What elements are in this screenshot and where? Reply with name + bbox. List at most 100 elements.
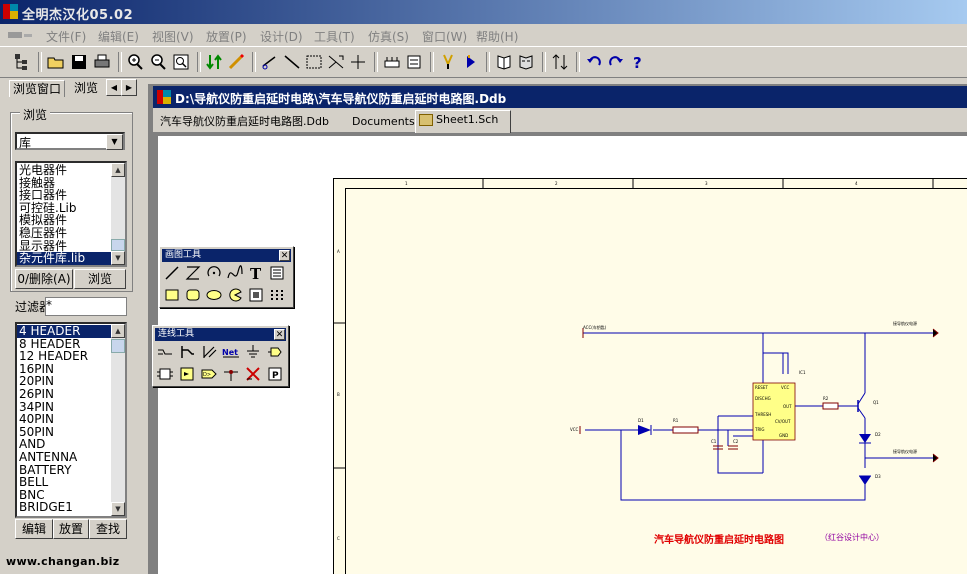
scroll-thumb[interactable] (111, 239, 125, 251)
component-list[interactable]: 4 HEADER 8 HEADER 12 HEADER 16PIN 20PIN 26PIN… (15, 322, 127, 518)
tab-documents[interactable]: Documents (349, 113, 418, 131)
library-list-item[interactable]: 稳压器件 (17, 227, 125, 240)
print-icon[interactable] (92, 52, 112, 72)
library-list-item[interactable]: 杂元件库.lib (17, 252, 125, 265)
scroll-down-icon[interactable]: ▼ (111, 251, 125, 265)
filter-input[interactable]: * (45, 297, 127, 316)
tab-browse-window[interactable]: 浏览窗口 (9, 80, 66, 97)
round-rectangle-icon[interactable] (184, 286, 202, 304)
component-list-item[interactable]: BELL (17, 476, 125, 489)
bezier-icon[interactable] (226, 264, 244, 282)
drawing-tools-palette[interactable]: 画图工具 ✕ T (159, 246, 294, 308)
library-icon[interactable] (382, 52, 402, 72)
browse-library-icon[interactable] (404, 52, 424, 72)
zoom-area-icon[interactable] (171, 52, 191, 72)
probe-icon[interactable] (438, 52, 458, 72)
pcb-layout-icon[interactable]: P (266, 365, 284, 383)
text-frame-icon[interactable] (268, 264, 286, 282)
book-icon[interactable] (494, 52, 514, 72)
port-icon[interactable] (266, 343, 284, 361)
draw-line-icon[interactable] (282, 52, 302, 72)
tab-scroll-left-icon[interactable]: ◀ (106, 79, 122, 96)
part-icon[interactable] (156, 365, 174, 383)
component-list-item[interactable]: 12 HEADER (17, 350, 125, 363)
place-component-button[interactable]: 放置 (53, 519, 89, 539)
help-icon[interactable]: ? (628, 52, 648, 72)
tab-scroll-right-icon[interactable]: ▶ (121, 79, 137, 96)
array-icon[interactable] (268, 286, 286, 304)
tab-browse[interactable]: 浏览 (71, 80, 101, 96)
redo-icon[interactable] (606, 52, 626, 72)
library-list-item[interactable]: 接口器件 (17, 189, 125, 202)
browse-type-select[interactable]: 库 ▼ (15, 132, 125, 150)
design-manager-icon[interactable] (12, 52, 32, 72)
close-icon[interactable]: ✕ (274, 329, 285, 340)
zoom-in-icon[interactable] (125, 52, 145, 72)
sort-icon[interactable] (550, 52, 570, 72)
scroll-up-icon[interactable]: ▲ (111, 324, 125, 338)
bus-icon[interactable] (178, 343, 196, 361)
menu-file[interactable]: 文件(F) (46, 28, 86, 45)
library-list-item[interactable]: 光电器件 (17, 164, 125, 177)
net-label-icon[interactable]: Net (222, 343, 240, 361)
edit-pencil-icon[interactable] (226, 52, 246, 72)
polygon-icon[interactable] (184, 264, 202, 282)
browse-library-button[interactable]: 浏览 (74, 269, 126, 289)
wiring-tools-title-bar[interactable]: 连线工具 ✕ (155, 328, 286, 341)
find-component-button[interactable]: 查找 (89, 519, 127, 539)
sheet-entry-icon[interactable]: D> (200, 365, 218, 383)
pie-icon[interactable] (226, 286, 244, 304)
open-folder-icon[interactable] (46, 52, 66, 72)
scroll-up-icon[interactable]: ▲ (111, 163, 125, 177)
line-icon[interactable] (163, 264, 181, 282)
bus-entry-icon[interactable] (200, 343, 218, 361)
tab-ddb[interactable]: 汽车导航仪防重启延时电路图.Ddb (157, 113, 332, 131)
menu-window[interactable]: 窗口(W) (422, 28, 467, 45)
arc-icon[interactable] (205, 264, 223, 282)
sheet-symbol-icon[interactable] (178, 365, 196, 383)
wire-icon[interactable] (156, 343, 174, 361)
edit-component-button[interactable]: 编辑 (15, 519, 53, 539)
save-icon[interactable] (69, 52, 89, 72)
move-cross-icon[interactable] (348, 52, 368, 72)
menu-simulate[interactable]: 仿真(S) (368, 28, 409, 45)
menu-tools[interactable]: 工具(T) (314, 28, 355, 45)
rectangle-icon[interactable] (163, 286, 181, 304)
component-list-item[interactable]: BRIDGE1 (17, 501, 125, 514)
cut-wire-icon[interactable] (260, 52, 280, 72)
library-list[interactable]: 光电器件 接触器 接口器件 可控硅.Lib 模拟器件 稳压器件 显示器件 杂元件库.lib ▲… (15, 161, 127, 267)
junction-icon[interactable] (222, 365, 240, 383)
menu-view[interactable]: 视图(V) (152, 28, 194, 45)
undo-icon[interactable] (584, 52, 604, 72)
system-menu-icon[interactable] (6, 29, 36, 41)
select-rect-icon[interactable] (304, 52, 324, 72)
hierarchy-icon[interactable] (204, 52, 224, 72)
scroll-down-icon[interactable]: ▼ (111, 502, 125, 516)
drawing-tools-title-bar[interactable]: 画图工具 ✕ (162, 249, 291, 262)
zoom-out-icon[interactable] (148, 52, 168, 72)
deselect-icon[interactable] (326, 52, 346, 72)
component-list-item[interactable]: ANTENNA (17, 451, 125, 464)
no-erc-icon[interactable] (244, 365, 262, 383)
wiring-tools-palette[interactable]: 连线工具 ✕ Net D> P (152, 325, 289, 387)
menu-edit[interactable]: 编辑(E) (98, 28, 139, 45)
component-list-item[interactable]: 40PIN (17, 413, 125, 426)
scroll-thumb[interactable] (111, 339, 125, 353)
text-icon[interactable]: T (247, 264, 265, 283)
component-list-item[interactable]: 26PIN (17, 388, 125, 401)
menu-design[interactable]: 设计(D) (260, 28, 303, 45)
chevron-down-icon[interactable]: ▼ (106, 134, 123, 150)
report-icon[interactable] (516, 52, 536, 72)
run-arrow-icon[interactable] (460, 52, 480, 72)
image-icon[interactable] (247, 286, 265, 304)
close-icon[interactable]: ✕ (279, 250, 290, 261)
tab-sheet1[interactable]: Sheet1.Sch (415, 110, 511, 133)
menu-help[interactable]: 帮助(H) (476, 28, 518, 45)
menu-place[interactable]: 放置(P) (206, 28, 247, 45)
add-remove-library-button[interactable]: 0/删除(A) (15, 269, 73, 289)
component-scrollbar[interactable]: ▲ ▼ (111, 324, 125, 516)
library-scrollbar[interactable]: ▲ ▼ (111, 163, 125, 265)
ground-power-icon[interactable] (244, 343, 262, 361)
ellipse-icon[interactable] (205, 286, 223, 304)
component-list-item[interactable]: 4 HEADER (17, 325, 125, 338)
